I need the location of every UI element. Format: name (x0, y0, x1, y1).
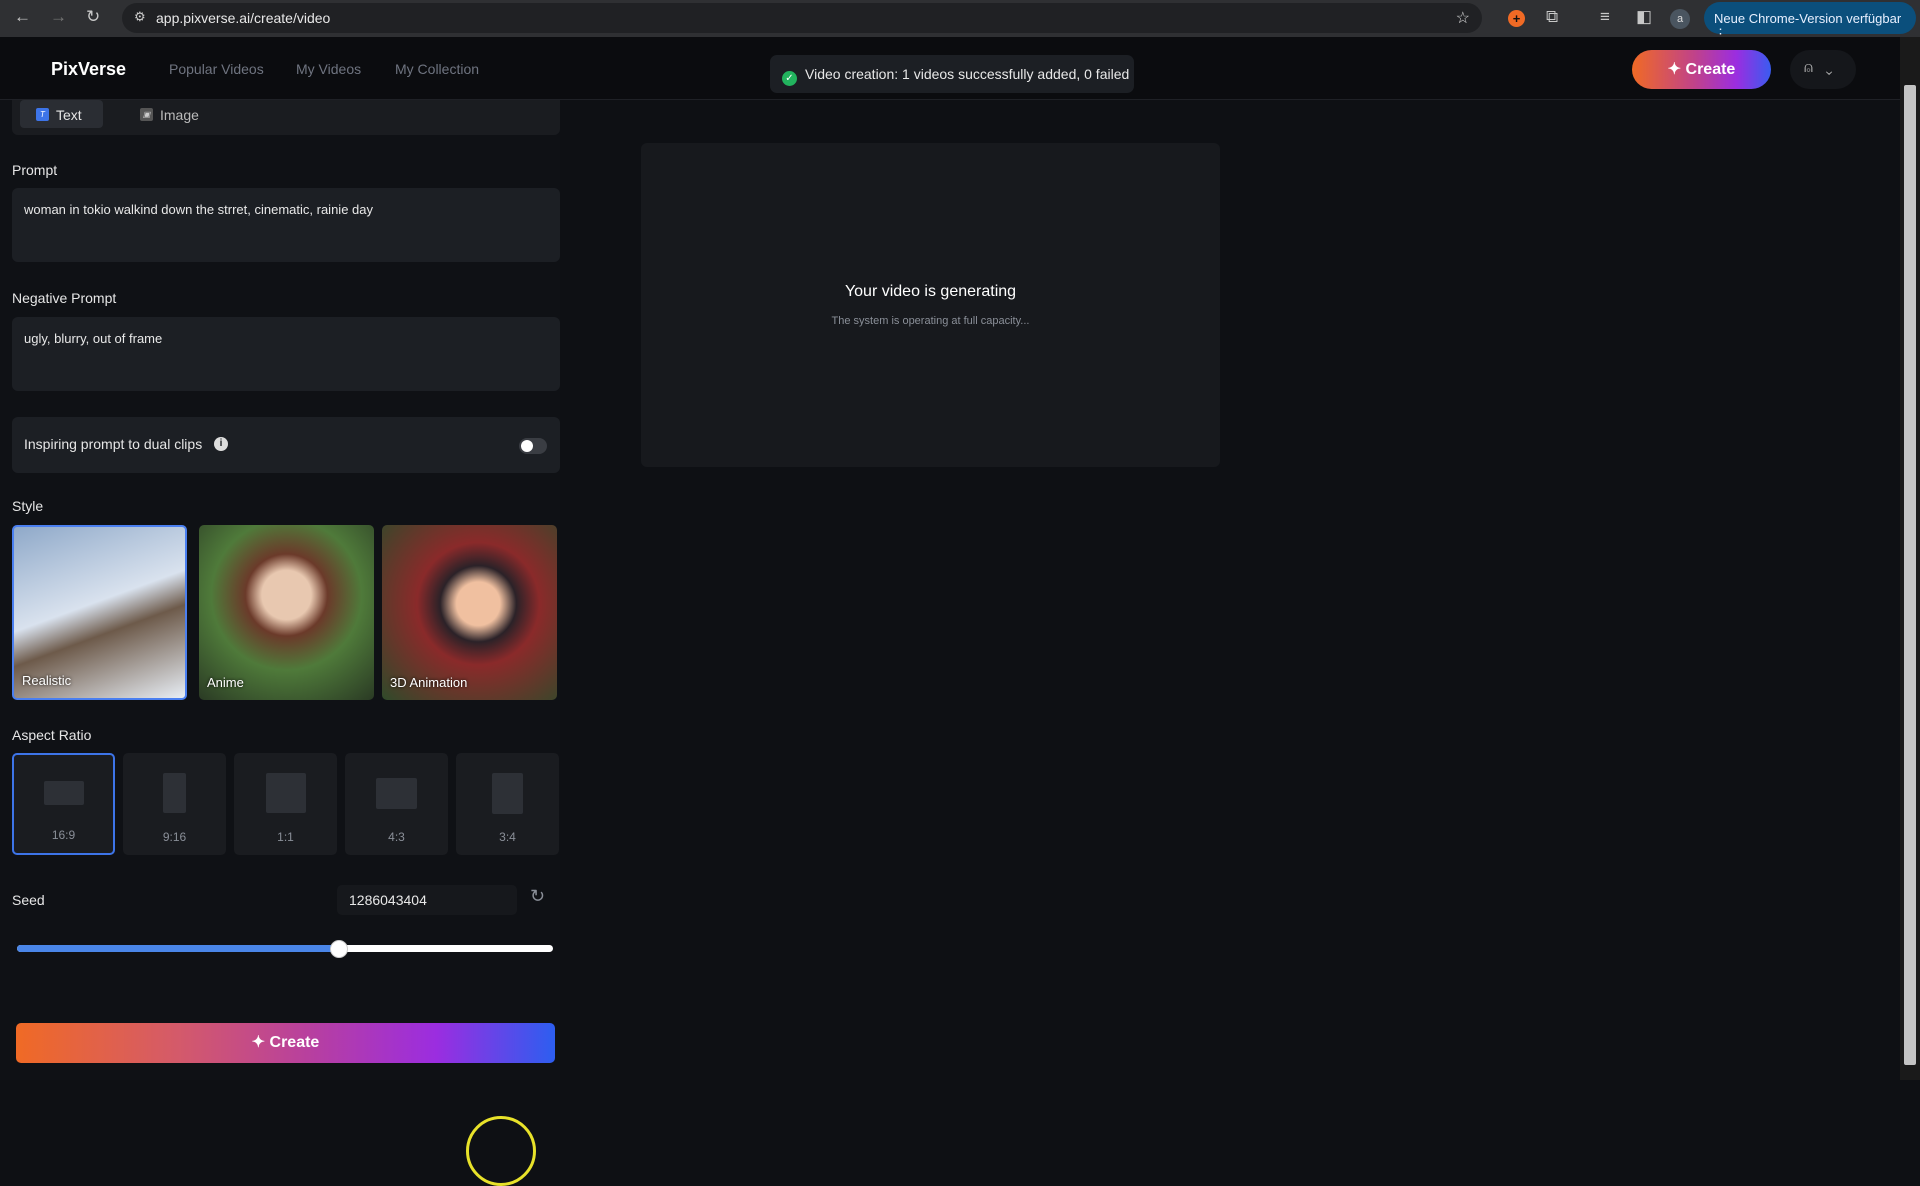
aspect-label: 1:1 (277, 830, 294, 844)
address-bar[interactable]: ⚙ app.pixverse.ai/create/video ☆ (122, 3, 1482, 33)
style-label-text: 3D Animation (390, 675, 468, 690)
aspect-9-16[interactable]: 9:16 (123, 753, 226, 855)
media-queue-icon[interactable]: ≡ (1600, 7, 1610, 27)
extensions-puzzle-icon[interactable]: ⧉ (1546, 7, 1558, 27)
create-button[interactable]: ✦ Create (16, 1023, 555, 1063)
header-create-button[interactable]: ✦ Create (1632, 50, 1771, 89)
reload-icon[interactable]: ↻ (86, 7, 100, 27)
aspect-4-3[interactable]: 4:3 (345, 753, 448, 855)
logo[interactable]: PixVerse (51, 59, 126, 80)
scrollbar-thumb[interactable] (1904, 85, 1916, 1065)
create-label: Create (1685, 61, 1736, 78)
sparkle-icon: ✦ (251, 1034, 266, 1051)
aspect-3-4[interactable]: 3:4 (456, 753, 559, 855)
prompt-label: Prompt (12, 162, 58, 178)
aspect-16-9[interactable]: 16:9 (12, 753, 115, 855)
app-header: PixVerse Popular Videos My Videos My Col… (0, 37, 1900, 100)
forward-icon[interactable]: → (50, 7, 67, 27)
user-menu[interactable]: ⍝ ⌄ (1790, 50, 1856, 89)
mode-tabs: T Text ▣ Image (12, 100, 560, 135)
seed-slider[interactable] (17, 940, 553, 958)
style-label: Style (12, 498, 44, 514)
dual-clips-row: Inspiring prompt to dual clips i (12, 417, 560, 473)
back-icon[interactable]: ← (14, 7, 31, 27)
user-icon: ⍝ (1804, 59, 1814, 76)
text-icon: T (36, 108, 49, 121)
aspect-label: 16:9 (51, 828, 76, 842)
chevron-down-icon: ⌄ (1825, 59, 1833, 76)
negative-prompt-label: Negative Prompt (12, 290, 117, 306)
settings-panel: T Text ▣ Image Prompt woman in tokio walki… (0, 100, 560, 1186)
slider-fill (17, 945, 339, 952)
tab-image[interactable]: ▣ Image (124, 100, 214, 128)
profile-avatar[interactable]: a (1670, 9, 1690, 29)
style-3d-animation[interactable]: 3D Animation (382, 525, 557, 700)
aspect-label: 9:16 (162, 830, 187, 844)
seed-input[interactable] (337, 885, 517, 915)
toast-text: Video creation: 1 videos successfully ad… (805, 66, 1130, 82)
bookmark-star-icon[interactable]: ☆ (1456, 8, 1470, 28)
sparkle-icon: ✦ (1667, 61, 1682, 78)
dual-clips-label: Inspiring prompt to dual clips (24, 436, 203, 452)
tab-label: Image (160, 107, 199, 123)
extension-icon[interactable]: + (1508, 10, 1525, 27)
aspect-label: 3:4 (499, 830, 516, 844)
style-label-text: Anime (207, 675, 244, 690)
tab-text[interactable]: T Text (20, 100, 103, 128)
tab-label: Text (56, 107, 82, 123)
update-label: Neue Chrome-Version verfügbar (1714, 11, 1902, 26)
aspect-1-1[interactable]: 1:1 (234, 753, 337, 855)
style-label-text: Realistic (22, 673, 72, 688)
nav-my-collection[interactable]: My Collection (395, 61, 479, 77)
style-anime[interactable]: Anime (199, 525, 374, 700)
slider-thumb[interactable] (329, 940, 348, 958)
negative-prompt-input[interactable]: ugly, blurry, out of frame (12, 317, 560, 391)
url-text: app.pixverse.ai/create/video (156, 10, 331, 26)
cursor-highlight (466, 1116, 536, 1186)
aspect-label: 4:3 (388, 830, 405, 844)
check-circle-icon: ✓ (782, 71, 797, 86)
generating-subtitle: The system is operating at full capacity… (831, 315, 1030, 327)
nav-my-videos[interactable]: My Videos (296, 61, 361, 77)
create-label: Create (269, 1034, 320, 1051)
seed-label: Seed (12, 892, 45, 908)
video-preview: Your video is generating The system is o… (641, 143, 1220, 467)
side-panel-icon[interactable]: ◧ (1636, 7, 1652, 27)
site-settings-icon[interactable]: ⚙ (134, 9, 146, 25)
generating-title: Your video is generating (844, 283, 1017, 300)
browser-toolbar: ← → ↻ ⚙ app.pixverse.ai/create/video ☆ +… (0, 0, 1920, 41)
image-icon: ▣ (140, 108, 153, 121)
dual-clips-toggle[interactable] (519, 438, 547, 454)
refresh-seed-icon[interactable]: ↻ (530, 886, 545, 907)
toast-notification: ✓ Video creation: 1 videos successfully a… (770, 55, 1134, 93)
info-icon[interactable]: i (214, 437, 228, 451)
prompt-input[interactable]: woman in tokio walkind down the strret, … (12, 188, 560, 262)
chrome-update-button[interactable]: Neue Chrome-Version verfügbar ⋮ (1704, 2, 1916, 41)
nav-popular-videos[interactable]: Popular Videos (169, 61, 264, 77)
style-realistic[interactable]: Realistic (12, 525, 187, 700)
aspect-ratio-label: Aspect Ratio (12, 727, 92, 743)
